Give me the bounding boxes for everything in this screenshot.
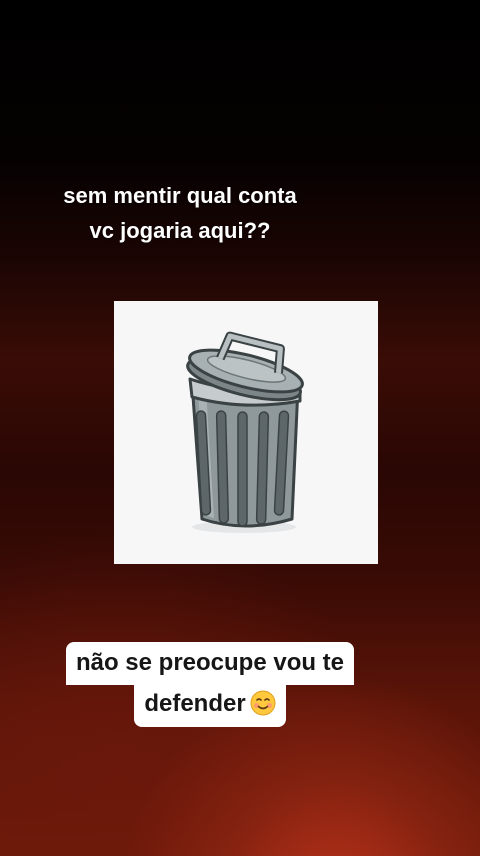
smiling-face-icon: [250, 690, 276, 716]
caption-line-2: vc jogaria aqui??: [89, 218, 271, 243]
comment-reply-bubble: não se preocupe vou te defender: [0, 642, 420, 727]
trash-can-image: [114, 301, 378, 564]
reply-line-2-wrapper: defender: [134, 685, 286, 727]
reply-line-2: defender: [144, 690, 246, 717]
reply-line-1: não se preocupe vou te: [65, 642, 355, 685]
video-caption: sem mentir qual conta vc jogaria aqui??: [0, 178, 360, 248]
video-frame: sem mentir qual conta vc jogaria aqui??: [0, 0, 480, 856]
trash-can-icon: [186, 331, 304, 533]
caption-line-1: sem mentir qual conta: [63, 183, 297, 208]
